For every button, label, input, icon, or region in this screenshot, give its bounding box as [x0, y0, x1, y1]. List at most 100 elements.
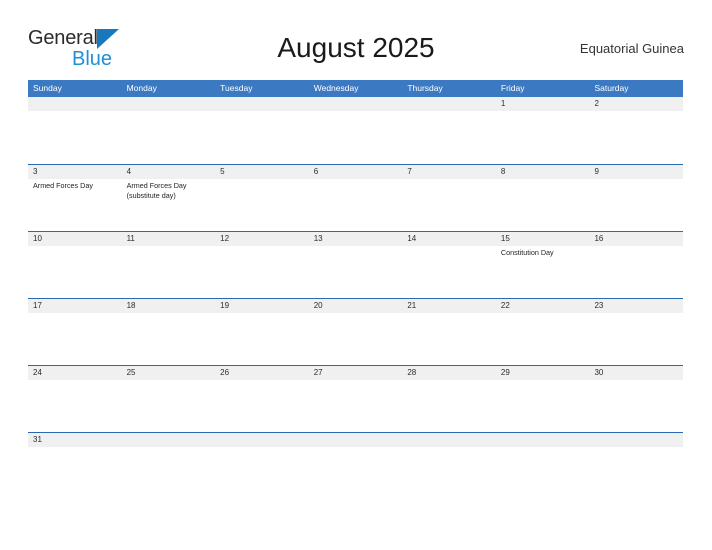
day-number-empty — [215, 433, 309, 447]
day-cell — [589, 246, 683, 297]
day-cell — [28, 246, 122, 297]
day-cell — [215, 313, 309, 364]
day-number-empty — [122, 433, 216, 447]
week-number-band: 31 — [28, 433, 683, 447]
day-number-empty — [28, 97, 122, 111]
day-number[interactable]: 8 — [496, 165, 590, 179]
day-cell — [589, 313, 683, 364]
calendar-weeks: 1 2 3 4 5 6 7 8 9 Armed Forces Day Armed Forces Da… — [28, 97, 683, 462]
day-number-empty — [215, 97, 309, 111]
weekday-header-sunday: Sunday — [33, 83, 62, 93]
week-events-band — [28, 380, 683, 431]
day-number[interactable]: 9 — [589, 165, 683, 179]
day-cell — [309, 313, 403, 364]
day-cell — [589, 111, 683, 162]
day-number[interactable]: 28 — [402, 366, 496, 380]
day-number[interactable]: 4 — [122, 165, 216, 179]
holiday-event: Constitution Day — [500, 248, 554, 257]
day-cell — [496, 313, 590, 364]
day-number[interactable]: 5 — [215, 165, 309, 179]
day-cell — [28, 313, 122, 364]
day-number[interactable]: 2 — [589, 97, 683, 111]
calendar-week-row: 24 25 26 27 28 29 30 — [28, 365, 683, 432]
day-number[interactable]: 12 — [215, 232, 309, 246]
calendar-grid: Sunday Monday Tuesday Wednesday Thursday Frid… — [28, 80, 683, 462]
day-number[interactable]: 23 — [589, 299, 683, 313]
day-number[interactable]: 31 — [28, 433, 122, 447]
day-number[interactable]: 26 — [215, 366, 309, 380]
day-cell — [122, 313, 216, 364]
day-number-empty — [402, 433, 496, 447]
day-number[interactable]: 7 — [402, 165, 496, 179]
calendar-week-row: 12 — [28, 97, 683, 164]
day-number-empty — [589, 433, 683, 447]
calendar-week-row: 3 4 5 6 7 8 9 Armed Forces Day Armed Forces Day … — [28, 164, 683, 231]
country-label: Equatorial Guinea — [579, 41, 684, 56]
day-number[interactable]: 3 — [28, 165, 122, 179]
day-number[interactable]: 20 — [309, 299, 403, 313]
day-number[interactable]: 17 — [28, 299, 122, 313]
day-cell — [402, 179, 496, 230]
day-cell — [28, 111, 122, 162]
day-cell — [496, 179, 590, 230]
weekday-header-saturday: Saturday — [594, 83, 629, 93]
day-number[interactable]: 16 — [589, 232, 683, 246]
day-number[interactable]: 29 — [496, 366, 590, 380]
weekday-header-row: Sunday Monday Tuesday Wednesday Thursday Frid… — [28, 80, 683, 97]
week-number-band: 24 25 26 27 28 29 30 — [28, 366, 683, 380]
day-cell — [402, 111, 496, 162]
week-events-band — [28, 111, 683, 162]
day-number[interactable]: 10 — [28, 232, 122, 246]
day-number[interactable]: 6 — [309, 165, 403, 179]
day-number[interactable]: 22 — [496, 299, 590, 313]
day-number[interactable]: 15 — [496, 232, 590, 246]
holiday-event: Armed Forces Day — [33, 181, 93, 190]
day-number[interactable]: 14 — [402, 232, 496, 246]
day-number[interactable]: 13 — [309, 232, 403, 246]
day-cell — [122, 246, 216, 297]
week-events-band: Armed Forces Day Armed Forces Day (substi… — [28, 179, 683, 230]
weekday-header-wednesday: Wednesday — [313, 83, 359, 93]
week-number-band: 17 18 19 20 21 22 23 — [28, 299, 683, 313]
calendar-week-row: 17 18 19 20 21 22 23 — [28, 298, 683, 365]
day-number[interactable]: 24 — [28, 366, 122, 380]
day-number[interactable]: 19 — [215, 299, 309, 313]
page-header: General Blue August 2025 Equatorial Guin… — [28, 24, 684, 72]
week-number-band: 12 — [28, 97, 683, 111]
day-number[interactable]: 25 — [122, 366, 216, 380]
week-events-band: Constitution Day — [28, 246, 683, 297]
day-cell — [496, 111, 590, 162]
day-cell — [122, 111, 216, 162]
day-cell: Armed Forces Day (substitute day) — [122, 179, 216, 230]
day-cell — [309, 246, 403, 297]
day-cell — [589, 380, 683, 431]
day-number-empty — [309, 433, 403, 447]
day-number-empty — [496, 433, 590, 447]
day-number-empty — [122, 97, 216, 111]
calendar-page: General Blue August 2025 Equatorial Guin… — [0, 0, 712, 550]
week-number-band: 3456789 — [28, 165, 683, 179]
day-number[interactable]: 1 — [496, 97, 590, 111]
day-cell — [215, 380, 309, 431]
day-cell — [402, 313, 496, 364]
day-number[interactable]: 27 — [309, 366, 403, 380]
weekday-header-tuesday: Tuesday — [220, 83, 253, 93]
day-cell — [402, 246, 496, 297]
week-events-band — [28, 313, 683, 364]
day-cell: Armed Forces Day — [28, 179, 122, 230]
day-cell — [309, 380, 403, 431]
day-number[interactable]: 21 — [402, 299, 496, 313]
day-cell — [496, 380, 590, 431]
day-cell: Constitution Day — [496, 246, 590, 297]
day-number[interactable]: 18 — [122, 299, 216, 313]
week-number-band: 10 11 12 13 14 15 16 — [28, 232, 683, 246]
day-cell — [122, 380, 216, 431]
day-number[interactable]: 30 — [589, 366, 683, 380]
calendar-week-row: 31 — [28, 432, 683, 462]
weekday-header-friday: Friday — [500, 83, 525, 93]
day-cell — [589, 179, 683, 230]
day-cell — [309, 179, 403, 230]
day-number[interactable]: 11 — [122, 232, 216, 246]
holiday-event: Armed Forces Day (substitute day) — [126, 181, 187, 200]
day-cell — [215, 111, 309, 162]
